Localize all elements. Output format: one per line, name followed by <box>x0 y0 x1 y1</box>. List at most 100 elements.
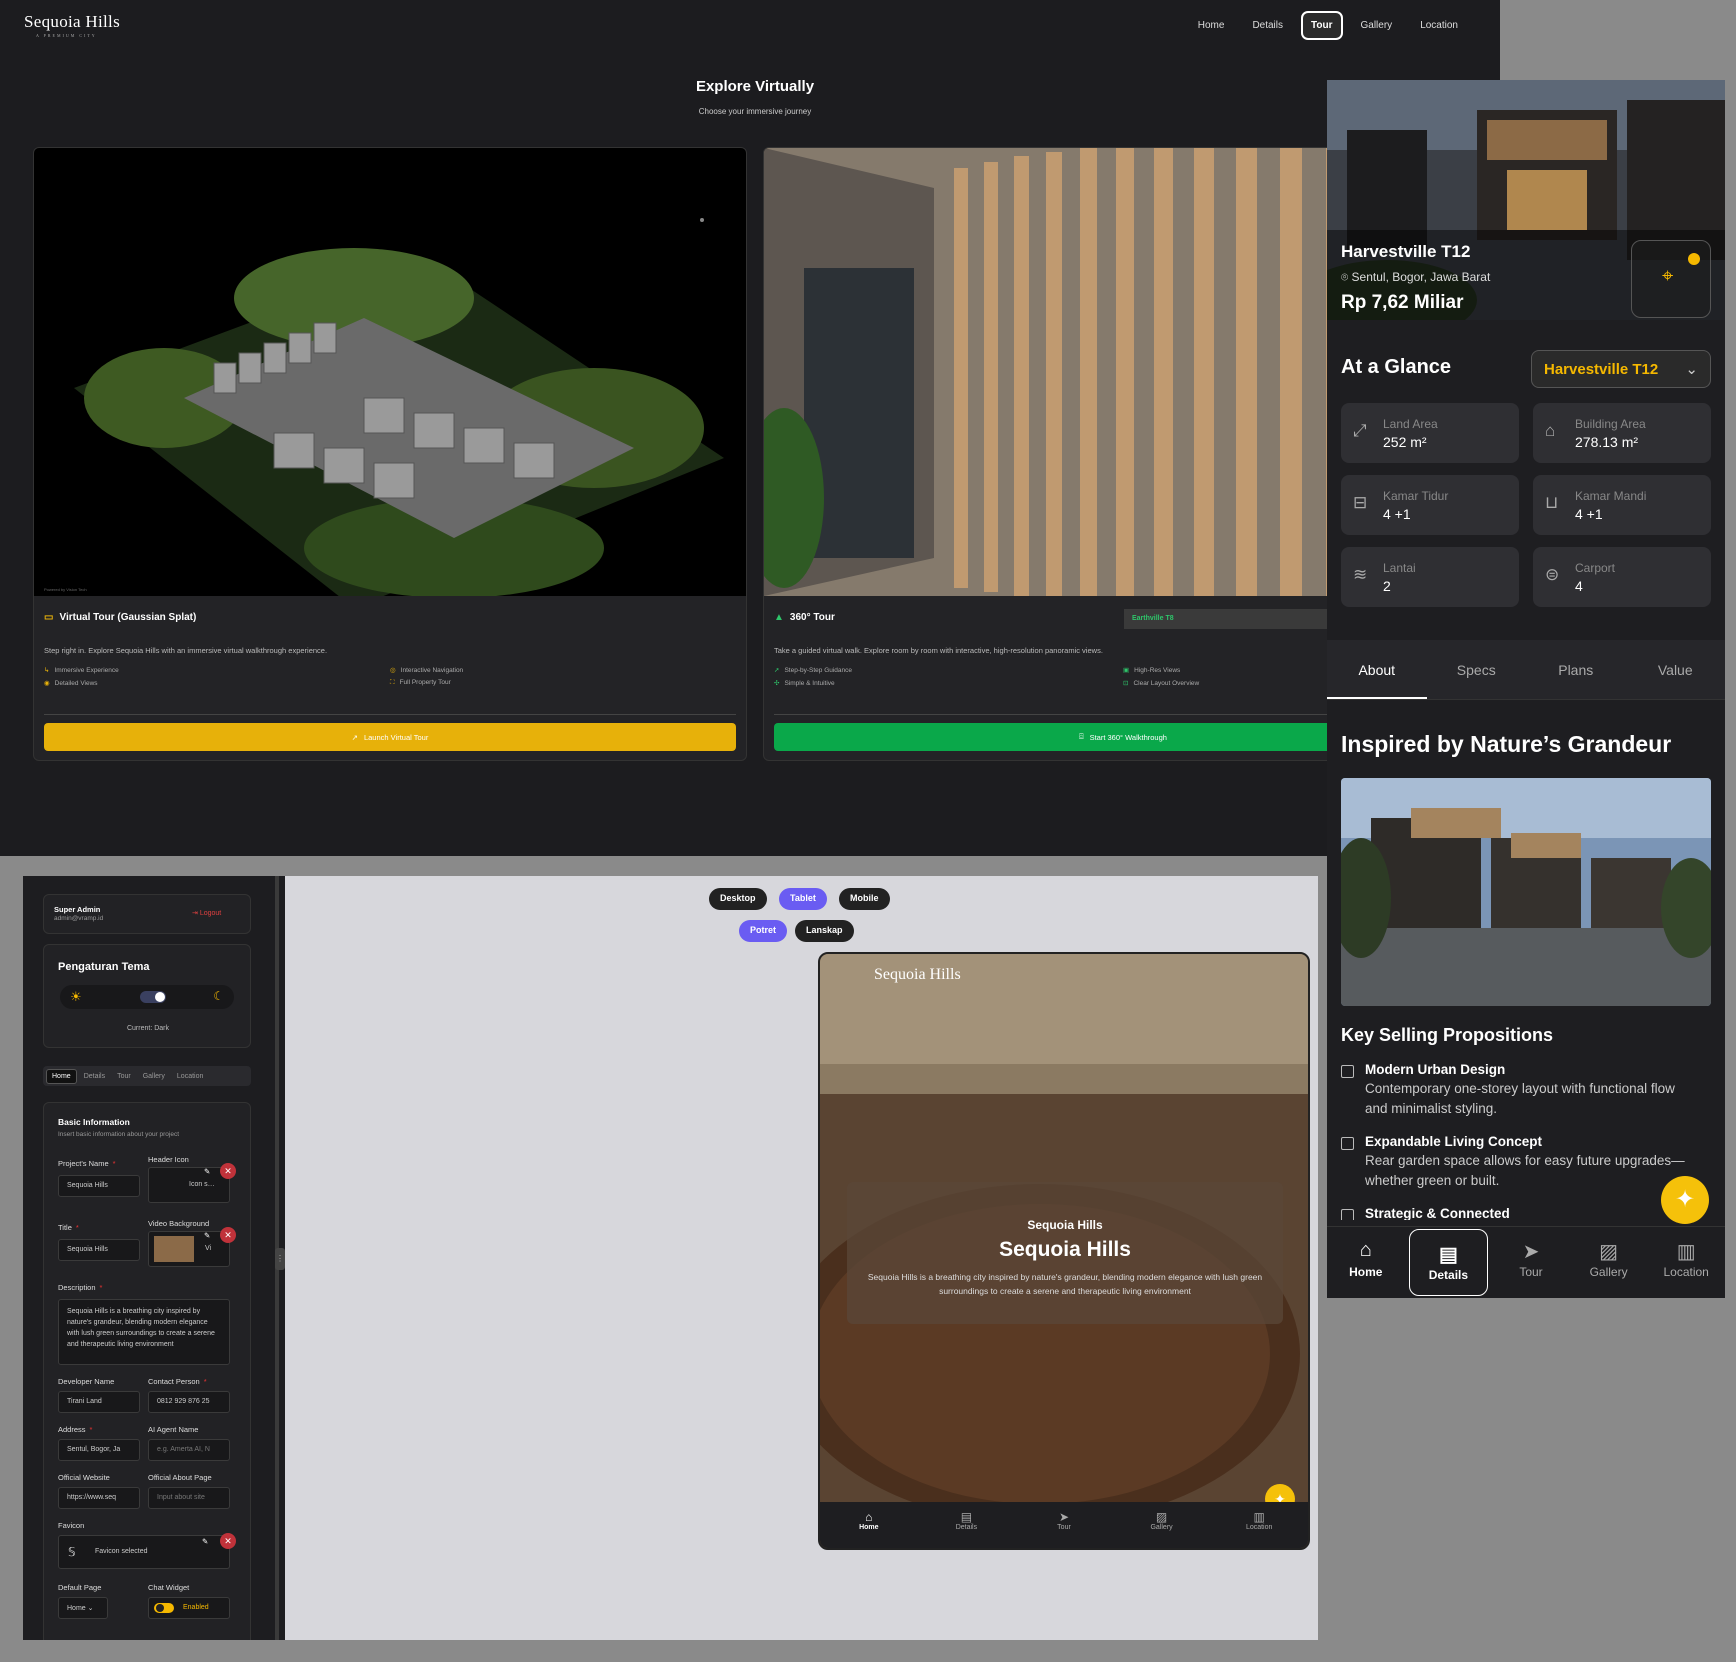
edit-icon[interactable]: ✎ <box>202 1537 208 1546</box>
about-page-input[interactable]: Input about site <box>148 1487 230 1509</box>
bottom-nav-location[interactable]: ▥ Location <box>1647 1227 1725 1298</box>
preview-nav-details[interactable]: ▤ Details <box>918 1502 1016 1548</box>
default-page-label: Default Page <box>58 1583 102 1592</box>
moon-icon[interactable]: ☾ <box>213 989 224 1003</box>
tab-about[interactable]: About <box>1327 640 1427 699</box>
map-icon: ▥ <box>1676 1241 1696 1263</box>
unit-select[interactable]: Harvestville T12 ⌄ <box>1531 350 1711 388</box>
stat-bedrooms: ⊟ Kamar Tidur 4 +1 <box>1341 475 1519 535</box>
preview-logo: Sequoia Hills <box>874 966 961 983</box>
address-label: Address * <box>58 1425 93 1434</box>
page-tab-details[interactable]: Details <box>79 1070 110 1083</box>
preview-nav-gallery[interactable]: ▨ Gallery <box>1113 1502 1211 1548</box>
preview-bottom-nav: ⌂ Home ▤ Details ➤ Tour ▨ Gallery ▥ Location <box>820 1502 1308 1548</box>
bottom-nav-details[interactable]: ▤ Details <box>1408 1229 1489 1296</box>
ai-agent-input[interactable]: e.g. Amerta AI, N <box>148 1439 230 1461</box>
page-tab-location[interactable]: Location <box>172 1070 208 1083</box>
nav-tour[interactable]: Tour <box>1301 11 1343 40</box>
tab-plans[interactable]: Plans <box>1526 640 1626 699</box>
map-icon: ▥ <box>1253 1510 1265 1524</box>
orientation-portrait-button[interactable]: Potret <box>739 920 788 942</box>
bath-icon: ⊔ <box>1545 493 1559 512</box>
theme-switcher[interactable]: ☀ ☾ <box>60 985 234 1009</box>
preview-nav-home[interactable]: ⌂ Home <box>820 1502 918 1548</box>
edit-icon[interactable]: ✎ <box>204 1231 210 1240</box>
logout-button[interactable]: ⇥ Logout <box>192 909 221 917</box>
device-desktop-button[interactable]: Desktop <box>709 888 767 910</box>
remove-video-button[interactable]: ✕ <box>220 1227 236 1243</box>
contact-input[interactable]: 0812 929 876 25 <box>148 1391 230 1413</box>
toggle-switch[interactable] <box>154 1603 174 1613</box>
address-input[interactable]: Sentul, Bogor, Ja <box>58 1439 140 1461</box>
device-mobile-button[interactable]: Mobile <box>839 888 890 910</box>
orientation-landscape-button[interactable]: Lanskap <box>795 920 854 942</box>
theme-card: Pengaturan Tema ☀ ☾ Current: Dark <box>43 944 251 1048</box>
project-name-input[interactable]: Sequoia Hills <box>58 1175 140 1197</box>
nav-details[interactable]: Details <box>1242 11 1293 40</box>
credit-text: Powered by Vision Tech <box>44 587 87 592</box>
developer-input[interactable]: Tirani Land <box>58 1391 140 1413</box>
basic-info-form: Basic Information Insert basic informati… <box>43 1102 251 1640</box>
section-image <box>1341 778 1711 1006</box>
send-icon: ➤ <box>1522 1241 1540 1263</box>
gaussian-splat-preview[interactable]: Powered by Vision Tech <box>34 148 746 596</box>
sun-icon[interactable]: ☀ <box>70 989 82 1005</box>
page-tabs: Home Details Tour Gallery Location <box>43 1066 251 1086</box>
site-logo[interactable]: Sequoia Hills A PREMIUM CITY <box>24 12 120 38</box>
nav-home[interactable]: Home <box>1188 11 1235 40</box>
title-input[interactable]: Sequoia Hills <box>58 1239 140 1261</box>
tab-value[interactable]: Value <box>1626 640 1726 699</box>
launch-virtual-tour-button[interactable]: ↗ Launch Virtual Tour <box>44 723 736 751</box>
user-card: Super Admin admin@vramp.id ⇥ Logout <box>43 894 251 934</box>
page-subtitle: Choose your immersive journey <box>698 107 812 116</box>
map-pin-icon: ⌖ <box>1662 265 1674 287</box>
edit-icon[interactable]: ✎ <box>204 1167 210 1176</box>
ksp-item: Expandable Living Concept Rear garden spa… <box>1341 1134 1701 1191</box>
mobile-details-page: Harvestville T12 ⌾ Sentul, Bogor, Jawa B… <box>1327 80 1725 1298</box>
ai-assistant-button[interactable]: ✦ <box>1661 1176 1709 1224</box>
map-pin-button[interactable]: ⌖ <box>1631 240 1711 318</box>
bottom-nav-home[interactable]: ⌂ Home <box>1327 1227 1405 1298</box>
bed-icon: ⊟ <box>1353 493 1368 512</box>
glance-title: At a Glance <box>1341 356 1452 378</box>
remove-favicon-button[interactable]: ✕ <box>220 1533 236 1549</box>
preview-nav-tour[interactable]: ➤ Tour <box>1015 1502 1113 1548</box>
page-tab-home[interactable]: Home <box>46 1068 77 1084</box>
unit-location: ⌾ Sentul, Bogor, Jawa Barat <box>1341 270 1491 284</box>
notification-dot <box>1688 253 1700 265</box>
pin-icon: ⌾ <box>1341 270 1352 284</box>
video-thumbnail <box>154 1236 194 1262</box>
hero-image: Harvestville T12 ⌾ Sentul, Bogor, Jawa B… <box>1327 80 1725 320</box>
checkbox-icon[interactable] <box>1341 1209 1354 1220</box>
bottom-nav-gallery[interactable]: ▨ Gallery <box>1570 1227 1648 1298</box>
website-input[interactable]: https://www.seq <box>58 1487 140 1509</box>
top-nav: Home Details Tour Gallery Location <box>1188 11 1468 40</box>
logout-icon: ⇥ <box>192 910 200 917</box>
remove-header-icon-button[interactable]: ✕ <box>220 1163 236 1179</box>
resize-handle[interactable]: ⋮ <box>275 1248 285 1270</box>
favicon-thumbnail-icon: 𝕊 <box>68 1545 76 1559</box>
header-icon-upload[interactable]: Icon s… <box>148 1167 230 1203</box>
virtual-tour-desc: Step right in. Explore Sequoia Hills wit… <box>44 646 328 655</box>
preview-nav-location[interactable]: ▥ Location <box>1210 1502 1308 1548</box>
preview-description: Sequoia Hills is a breathing city inspir… <box>867 1272 1263 1296</box>
chat-widget-label: Chat Widget <box>148 1583 190 1592</box>
send-icon: ➤ <box>1058 1510 1070 1524</box>
bottom-nav-tour[interactable]: ➤ Tour <box>1492 1227 1570 1298</box>
nav-location[interactable]: Location <box>1410 11 1468 40</box>
external-link-icon: ↗ <box>351 732 358 742</box>
checkbox-icon[interactable] <box>1341 1137 1354 1150</box>
nav-gallery[interactable]: Gallery <box>1351 11 1403 40</box>
page-tab-tour[interactable]: Tour <box>112 1070 136 1083</box>
description-textarea[interactable]: Sequoia Hills is a breathing city inspir… <box>58 1299 230 1365</box>
tree-icon: ▲ <box>774 612 784 623</box>
virtual-tour-features: ↳ Immersive Experience ◎ Interactive Navig… <box>44 666 736 687</box>
tab-specs[interactable]: Specs <box>1427 640 1527 699</box>
theme-toggle[interactable] <box>140 991 166 1003</box>
default-page-select[interactable]: Home ⌄ <box>58 1597 108 1619</box>
checkbox-icon[interactable] <box>1341 1065 1354 1078</box>
device-tablet-button[interactable]: Tablet <box>779 888 827 910</box>
ksp-item: Modern Urban Design Contemporary one-stor… <box>1341 1062 1701 1119</box>
page-tab-gallery[interactable]: Gallery <box>138 1070 170 1083</box>
feature-item: ↳ Immersive Experience <box>44 667 119 674</box>
